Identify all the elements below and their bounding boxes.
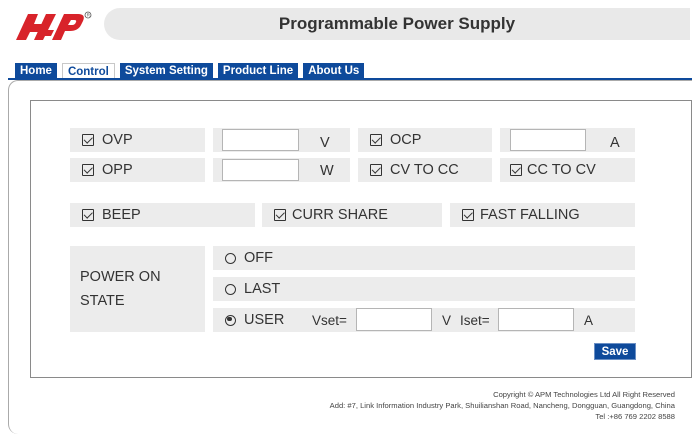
opp-unit: W: [320, 163, 334, 179]
beep-label: BEEP: [102, 207, 141, 223]
opp-cell[interactable]: OPP: [70, 158, 205, 182]
power-on-state-label-cell: POWER ON STATE: [70, 246, 205, 332]
tab-home[interactable]: Home: [15, 63, 57, 79]
ocp-unit: A: [610, 135, 620, 151]
ovp-cell[interactable]: OVP: [70, 128, 205, 152]
title-bar: Programmable Power Supply: [104, 8, 690, 40]
cc-to-cv-label: CC TO CV: [527, 162, 596, 178]
cc-to-cv-cell[interactable]: CC TO CV: [500, 158, 635, 182]
tab-about-us[interactable]: About Us: [303, 63, 365, 79]
iset-label: Iset=: [460, 313, 490, 328]
beep-cell[interactable]: BEEP: [70, 203, 255, 227]
cc-to-cv-checkbox[interactable]: [510, 164, 522, 176]
ocp-cell[interactable]: OCP: [358, 128, 492, 152]
power-on-state-label: POWER ON STATE: [80, 265, 161, 313]
tab-system-setting[interactable]: System Setting: [119, 63, 213, 79]
cv-to-cc-cell[interactable]: CV TO CC: [358, 158, 492, 182]
ocp-input[interactable]: [510, 129, 586, 151]
tab-product-line[interactable]: Product Line: [217, 63, 299, 79]
user-label: USER: [244, 312, 285, 328]
curr-share-label: CURR SHARE: [292, 207, 388, 223]
iset-input[interactable]: [498, 308, 574, 331]
ovp-input[interactable]: [222, 129, 299, 151]
nav-tabs: Home Control System Setting Product Line…: [15, 63, 365, 79]
opp-checkbox[interactable]: [82, 164, 94, 176]
fast-falling-label: FAST FALLING: [480, 207, 580, 223]
curr-share-checkbox[interactable]: [274, 209, 286, 221]
apm-logo: R: [14, 10, 94, 42]
ovp-label: OVP: [102, 132, 133, 148]
save-button[interactable]: Save: [594, 343, 636, 360]
ocp-label: OCP: [390, 132, 422, 148]
iset-unit: A: [584, 313, 594, 328]
footer-copyright: Copyright © APM Technologies Ltd All Rig…: [493, 390, 675, 399]
opp-label: OPP: [102, 162, 133, 178]
ovp-checkbox[interactable]: [82, 134, 94, 146]
curr-share-cell[interactable]: CURR SHARE: [262, 203, 442, 227]
beep-checkbox[interactable]: [82, 209, 94, 221]
power-on-off-option[interactable]: OFF: [213, 246, 635, 270]
last-radio[interactable]: [225, 283, 236, 295]
opp-input[interactable]: [222, 159, 299, 181]
footer: Copyright © APM Technologies Ltd All Rig…: [330, 389, 675, 422]
off-label: OFF: [244, 250, 273, 266]
cv-to-cc-checkbox[interactable]: [370, 164, 382, 176]
power-on-label-line1: POWER ON: [80, 269, 161, 285]
off-radio[interactable]: [225, 252, 236, 264]
vset-label: Vset=: [312, 313, 347, 328]
user-radio[interactable]: [225, 314, 236, 326]
vset-unit: V: [442, 313, 452, 328]
vset-input[interactable]: [356, 308, 432, 331]
footer-address: Add: #7, Link Information Industry Park,…: [329, 401, 675, 410]
last-label: LAST: [244, 281, 281, 297]
ovp-unit: V: [320, 135, 330, 151]
cv-to-cc-label: CV TO CC: [390, 162, 459, 178]
ocp-checkbox[interactable]: [370, 134, 382, 146]
footer-tel: Tel :+86 769 2202 8588: [595, 412, 675, 421]
power-on-label-line2: STATE: [80, 293, 125, 309]
page-title: Programmable Power Supply: [278, 14, 516, 33]
power-on-last-option[interactable]: LAST: [213, 277, 635, 301]
fast-falling-cell[interactable]: FAST FALLING: [450, 203, 635, 227]
fast-falling-checkbox[interactable]: [462, 209, 474, 221]
tab-control[interactable]: Control: [61, 63, 115, 79]
